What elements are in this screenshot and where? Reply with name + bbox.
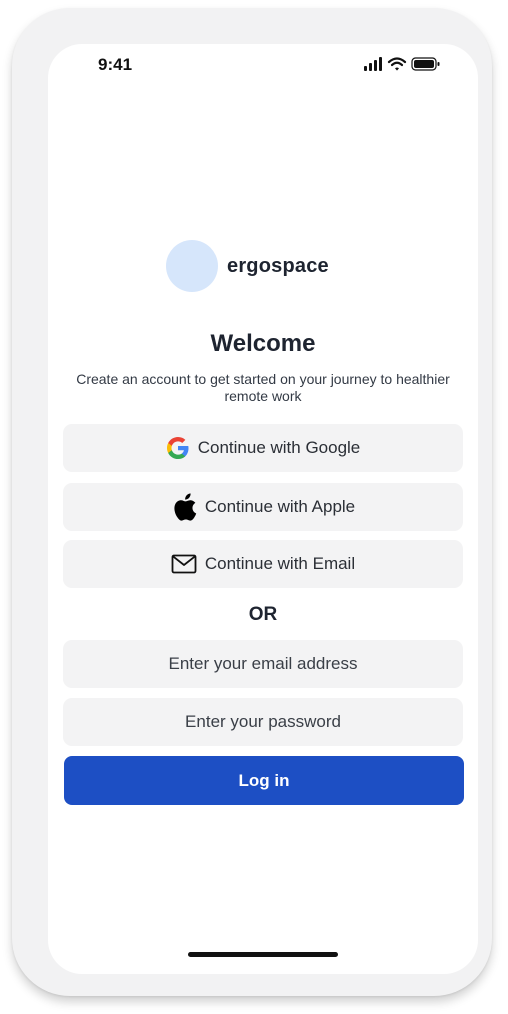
status-time: 9:41 — [98, 55, 133, 74]
password-input[interactable] — [63, 698, 463, 746]
status-icons — [362, 56, 452, 72]
phone-screen: 9:41 ergospace Welcome Create an account… — [48, 44, 478, 974]
wifi-icon — [387, 57, 407, 71]
google-icon — [166, 436, 190, 460]
device-frame: 9:41 ergospace Welcome Create an account… — [12, 8, 492, 996]
or-divider: OR — [248, 604, 278, 625]
home-indicator[interactable] — [188, 952, 338, 957]
continue-with-email-button[interactable]: Continue with Email — [63, 540, 463, 588]
email-input[interactable] — [63, 640, 463, 688]
page-title: Welcome — [210, 330, 316, 357]
mail-icon — [171, 554, 197, 574]
page-subtitle: Create an account to get started on your… — [76, 371, 450, 404]
logo-mark — [166, 240, 218, 292]
continue-with-apple-button[interactable]: Continue with Apple — [63, 483, 463, 531]
apple-button-label: Continue with Apple — [204, 497, 356, 516]
apple-icon — [171, 492, 197, 522]
battery-icon — [411, 57, 440, 71]
email-button-label: Continue with Email — [204, 554, 356, 573]
google-button-label: Continue with Google — [197, 438, 361, 457]
brand-name: ergospace — [227, 254, 329, 277]
brand-logo: ergospace — [166, 240, 329, 292]
cellular-signal-icon — [364, 57, 382, 71]
login-button[interactable]: Log in — [64, 756, 464, 805]
continue-with-google-button[interactable]: Continue with Google — [63, 424, 463, 472]
